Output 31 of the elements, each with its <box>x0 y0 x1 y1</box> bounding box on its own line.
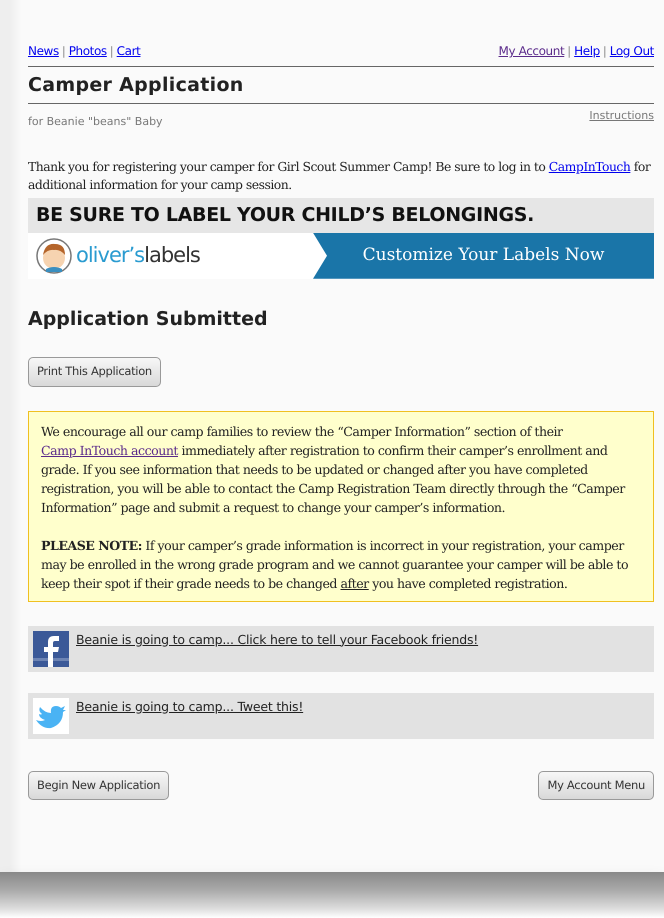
bird-icon <box>33 698 69 734</box>
facebook-icon <box>33 630 69 666</box>
customize-labels-banner[interactable]: Customize Your Labels Now <box>313 232 654 279</box>
boy-face-icon <box>36 238 72 274</box>
nav-link[interactable]: Help <box>574 44 600 58</box>
separator: | <box>62 44 66 58</box>
notice-paragraph: PLEASE NOTE: If your camper’s grade information is incorrect in your registration, your camper may be enrolled in the wrong grade program and we cannot guarantee your camper will be able to keep their spot if their grade needs to be changed after you have completed registration. <box>41 536 630 592</box>
camper-name: for Beanie "beans" Baby <box>28 114 163 130</box>
nav-link[interactable]: My Account <box>498 44 564 58</box>
logo-text: oliver’s <box>76 242 144 269</box>
separator: | <box>602 44 607 58</box>
begin-new-application-button[interactable]: Begin New Application <box>28 770 170 800</box>
camp-in-touch-account-link[interactable]: Camp InTouch account <box>41 442 178 458</box>
camp-in-touch-link[interactable]: CampInTouch <box>548 159 630 174</box>
page-title: Camper Application <box>28 66 654 104</box>
notice-paragraph: We encourage all our camp families to review the “Camper Information” section of their Camp InTouch account immediately after registration to confirm their camper’s enrollment and grade. If you see information that needs to be updated or changed after you have completed registration, you will be able to contact the Camp Registration Team directly through the “Camper Information” page and submit a request to change your camper’s information. <box>41 422 626 516</box>
separator: | <box>110 44 114 58</box>
nav-link[interactable]: Log Out <box>610 44 654 58</box>
share-link[interactable]: Beanie is going to camp... Tweet this! <box>76 698 304 716</box>
nav-link[interactable]: Cart <box>116 44 140 58</box>
ad-headline: BE SURE TO LABEL YOUR CHILD’S BELONGINGS. <box>28 198 654 233</box>
section-heading: Application Submitted <box>28 306 269 332</box>
print-button[interactable]: Print This Application <box>28 357 161 386</box>
separator: | <box>567 44 572 58</box>
logo-text: labels <box>144 242 200 269</box>
share-link[interactable]: Beanie is going to camp... Click here to tell your Facebook friends! <box>76 630 478 650</box>
nav-link[interactable]: News <box>28 44 59 58</box>
intro-text: Thank you for registering your camper for Girl Scout Summer Camp! Be sure to log in to CampInTouch for additional information for your camp session. <box>28 158 652 194</box>
instructions-link[interactable]: Instructions <box>589 108 654 130</box>
nav-link[interactable]: Photos <box>68 44 107 58</box>
my-account-menu-button[interactable]: My Account Menu <box>538 770 654 800</box>
